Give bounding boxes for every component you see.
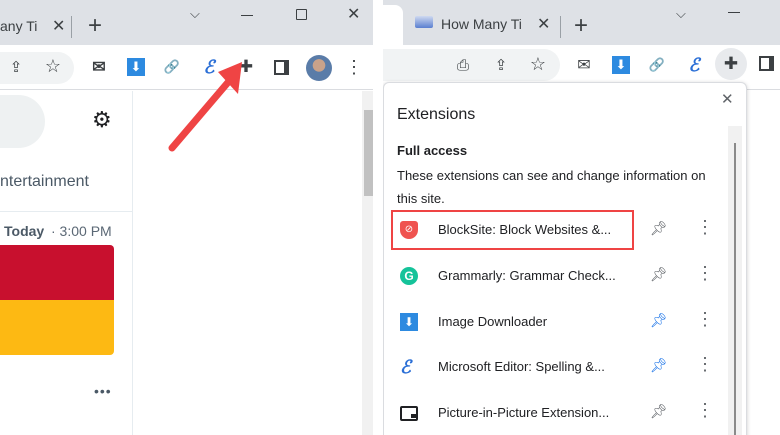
pinned-icon[interactable]: 📌︎ bbox=[650, 357, 668, 374]
tab[interactable]: How Many Ti ✕ bbox=[413, 8, 563, 38]
microsoft-editor-icon: ℰ bbox=[400, 357, 411, 377]
tab-divider bbox=[560, 16, 561, 38]
tab-favicon bbox=[415, 16, 433, 28]
section-description: These extensions can see and change info… bbox=[397, 168, 706, 206]
pin-icon[interactable]: 📌︎ bbox=[650, 403, 668, 420]
tab[interactable]: any Ti ✕ bbox=[0, 8, 100, 45]
popup-scrollbar[interactable] bbox=[728, 126, 742, 435]
minimize-icon[interactable] bbox=[241, 15, 253, 16]
tab-search-chevron-icon[interactable]: ⌵ bbox=[190, 6, 200, 22]
extension-item-microsoft-editor[interactable]: ℰ Microsoft Editor: Spelling &... 📌︎ ⋮ bbox=[384, 347, 724, 387]
new-tab-plus-icon[interactable]: + bbox=[574, 12, 588, 40]
extensions-puzzle-icon[interactable]: ✚ bbox=[715, 48, 747, 80]
tab-divider bbox=[71, 16, 72, 38]
tab-strip: How Many Ti ✕ + ⌵ bbox=[383, 0, 780, 45]
pin-icon[interactable]: 📌︎ bbox=[650, 266, 668, 283]
extension-item-picture-in-picture[interactable]: Picture-in-Picture Extension... 📌︎ ⋮ bbox=[384, 393, 724, 433]
pin-icon[interactable]: 📌︎ bbox=[650, 220, 668, 237]
tab-search-chevron-icon[interactable]: ⌵ bbox=[676, 6, 686, 22]
image-downloader-icon: ⬇ bbox=[400, 313, 418, 331]
more-actions-icon[interactable]: ⋮ bbox=[696, 310, 714, 328]
divider bbox=[0, 211, 133, 212]
post-image[interactable] bbox=[0, 245, 114, 355]
left-browser-window: any Ti ✕ + ⌵ ✕ ⇪ ☆ ✉ ⬇ 🔗 ℰ ✚ ⋮ ⚙ ntertai… bbox=[0, 0, 373, 435]
bookmark-star-icon[interactable]: ☆ bbox=[43, 56, 63, 76]
category-heading: ntertainment bbox=[0, 173, 89, 190]
menu-kebab-icon[interactable]: ⋮ bbox=[345, 57, 363, 77]
image-downloader-extension-icon[interactable]: ⬇ bbox=[127, 58, 145, 76]
extensions-popup: ✕ Extensions Full access These extension… bbox=[383, 82, 747, 435]
right-browser-window: How Many Ti ✕ + ⌵ ⎙ ⇪ ☆ ✉ ⬇ 🔗 ℰ ✚ ✕ Exte… bbox=[383, 0, 780, 435]
pinned-icon[interactable]: 📌︎ bbox=[650, 312, 668, 329]
extension-name: Image Downloader bbox=[438, 314, 548, 329]
new-tab-plus-icon[interactable]: + bbox=[88, 12, 102, 40]
gmail-extension-icon[interactable]: ✉ bbox=[574, 55, 594, 75]
image-red-band bbox=[0, 245, 114, 300]
tab-strip: any Ti ✕ + ⌵ ✕ bbox=[0, 0, 373, 45]
bookmark-star-icon[interactable]: ☆ bbox=[528, 54, 548, 74]
scrollbar-thumb[interactable] bbox=[364, 110, 373, 196]
highlight-box bbox=[391, 210, 634, 250]
image-yellow-band bbox=[0, 300, 114, 355]
tab-close-icon[interactable]: ✕ bbox=[537, 14, 550, 34]
tab-title: How Many Ti bbox=[441, 16, 522, 32]
settings-gear-icon[interactable]: ⚙ bbox=[92, 107, 112, 133]
grammarly-icon: G bbox=[400, 267, 418, 285]
minimize-icon[interactable] bbox=[728, 12, 740, 13]
post-time: · 3:00 PM bbox=[51, 223, 112, 239]
extension-item-image-downloader[interactable]: ⬇ Image Downloader 📌︎ ⋮ bbox=[384, 302, 724, 342]
more-actions-icon[interactable]: ⋮ bbox=[696, 355, 714, 373]
more-actions-icon[interactable]: ⋮ bbox=[696, 264, 714, 282]
tab-title: any Ti bbox=[0, 18, 38, 34]
popup-title: Extensions bbox=[397, 106, 476, 123]
scrollbar-thumb[interactable] bbox=[734, 143, 736, 435]
more-options-icon[interactable]: ••• bbox=[94, 383, 112, 399]
extension-name: Microsoft Editor: Spelling &... bbox=[438, 359, 605, 374]
microsoft-editor-extension-icon[interactable]: ℰ bbox=[684, 55, 704, 75]
annotation-arrow bbox=[168, 62, 242, 152]
extension-name: Grammarly: Grammar Check... bbox=[438, 268, 616, 283]
side-panel-icon[interactable] bbox=[759, 56, 774, 71]
extension-item-grammarly[interactable]: G Grammarly: Grammar Check... 📌︎ ⋮ bbox=[384, 256, 724, 296]
side-panel-icon[interactable] bbox=[274, 60, 289, 75]
maximize-icon[interactable] bbox=[296, 9, 307, 20]
popup-close-icon[interactable]: ✕ bbox=[721, 90, 734, 108]
active-tab[interactable] bbox=[383, 5, 403, 45]
tab-close-icon[interactable]: ✕ bbox=[52, 16, 65, 36]
search-pill[interactable] bbox=[0, 95, 45, 148]
profile-avatar[interactable] bbox=[306, 55, 332, 81]
link-extension-icon[interactable]: 🔗 bbox=[647, 55, 667, 75]
share-icon[interactable]: ⇪ bbox=[6, 57, 26, 77]
section-title: Full access bbox=[397, 143, 468, 158]
more-actions-icon[interactable]: ⋮ bbox=[696, 401, 714, 419]
extension-name: Picture-in-Picture Extension... bbox=[438, 405, 610, 420]
share-icon[interactable]: ⇪ bbox=[491, 55, 511, 75]
install-app-icon[interactable]: ⎙ bbox=[453, 55, 473, 75]
post-date: Today bbox=[4, 223, 45, 239]
more-actions-icon[interactable]: ⋮ bbox=[696, 218, 714, 236]
picture-in-picture-icon bbox=[400, 406, 418, 421]
scrollbar[interactable] bbox=[362, 91, 373, 435]
column-border bbox=[132, 91, 133, 435]
image-downloader-extension-icon[interactable]: ⬇ bbox=[612, 56, 630, 74]
gmail-extension-icon[interactable]: ✉ bbox=[89, 57, 109, 77]
close-window-icon[interactable]: ✕ bbox=[347, 4, 360, 24]
